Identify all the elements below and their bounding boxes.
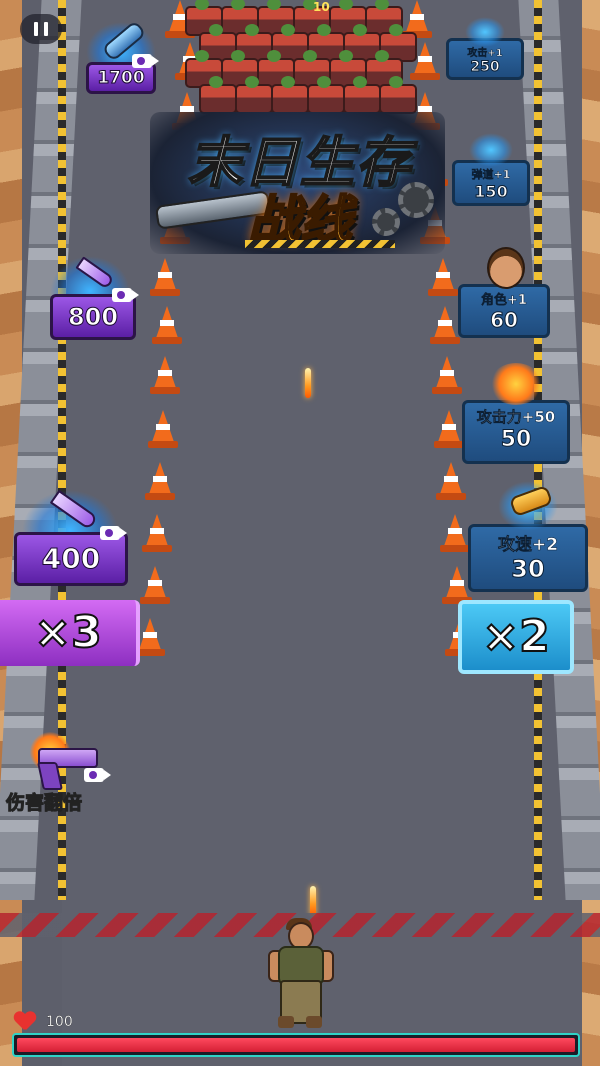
traffic-cone xyxy=(440,514,470,552)
hp-value: 100 xyxy=(46,1014,73,1030)
upgrade-value: 250 xyxy=(470,59,500,76)
upgrade-label: 弹道+1 xyxy=(471,168,511,182)
reward-value: 1700 xyxy=(97,68,145,89)
upgrade-attack[interactable]: 攻击+1 250 xyxy=(446,17,524,80)
powerup-label: 伤害翻倍 xyxy=(5,792,83,815)
zombie xyxy=(235,76,273,114)
traffic-cone xyxy=(150,356,180,394)
bullet xyxy=(310,886,316,916)
gate-multiplier: ×2 xyxy=(481,610,550,663)
upgrade-power[interactable]: 攻击力+50 50 xyxy=(462,363,570,464)
upgrade-label: 攻速+2 xyxy=(497,535,559,556)
pause-button[interactable] xyxy=(20,14,62,44)
zombie xyxy=(379,76,417,114)
zombie xyxy=(271,76,309,114)
multiplier-gate-x3[interactable]: ×3 xyxy=(0,600,140,666)
zombie xyxy=(307,76,345,114)
bullet xyxy=(305,368,311,398)
hp-bar-fill xyxy=(17,1038,575,1052)
wave-counter: 10 xyxy=(313,0,330,14)
heart-icon xyxy=(14,1012,36,1032)
reward-value: 800 xyxy=(67,303,119,332)
traffic-cone xyxy=(430,306,460,344)
upgrade-value: 30 xyxy=(511,555,545,584)
traffic-cone xyxy=(148,410,178,448)
traffic-cone xyxy=(142,514,172,552)
zombie-horde xyxy=(185,0,417,115)
upgrade-character[interactable]: 角色+1 60 xyxy=(458,247,550,338)
game-stage: 10 末日生存 战线 1700 800 400 攻击+1 250 弹道+1 15… xyxy=(0,0,600,1066)
upgrade-value: 150 xyxy=(474,182,508,202)
video-ad-icon xyxy=(84,768,111,782)
traffic-cone xyxy=(432,356,462,394)
hero-portrait-icon xyxy=(487,247,525,289)
reward-value: 400 xyxy=(41,542,101,576)
video-ad-icon xyxy=(100,526,127,540)
traffic-cone xyxy=(140,566,170,604)
traffic-cone xyxy=(145,462,175,500)
traffic-cone xyxy=(434,410,464,448)
zombie xyxy=(343,76,381,114)
reward-blade[interactable]: 400 xyxy=(14,480,128,586)
upgrade-trajectory[interactable]: 弹道+1 150 xyxy=(452,133,530,206)
upgrade-value: 50 xyxy=(500,427,532,453)
video-ad-icon xyxy=(112,288,139,302)
multiplier-gate-x2[interactable]: ×2 xyxy=(458,600,574,674)
traffic-cone xyxy=(150,258,180,296)
pause-icon xyxy=(34,22,38,36)
reward-dagger[interactable]: 800 xyxy=(50,248,139,340)
player-character[interactable] xyxy=(264,918,334,1030)
upgrade-speed[interactable]: 攻速+2 30 xyxy=(468,481,588,592)
traffic-cone xyxy=(436,462,466,500)
traffic-cone xyxy=(152,306,182,344)
zombie xyxy=(199,76,237,114)
upgrade-label: 攻击力+50 xyxy=(476,408,556,427)
gate-multiplier: ×3 xyxy=(33,606,102,659)
traffic-cone xyxy=(428,258,458,296)
video-ad-icon xyxy=(132,54,159,68)
reward-rocket[interactable]: 1700 xyxy=(86,19,159,94)
upgrade-label: 角色+1 xyxy=(481,293,527,309)
game-logo: 末日生存 战线 xyxy=(150,112,445,254)
hp-bar xyxy=(12,1033,580,1057)
upgrade-value: 60 xyxy=(490,308,519,333)
